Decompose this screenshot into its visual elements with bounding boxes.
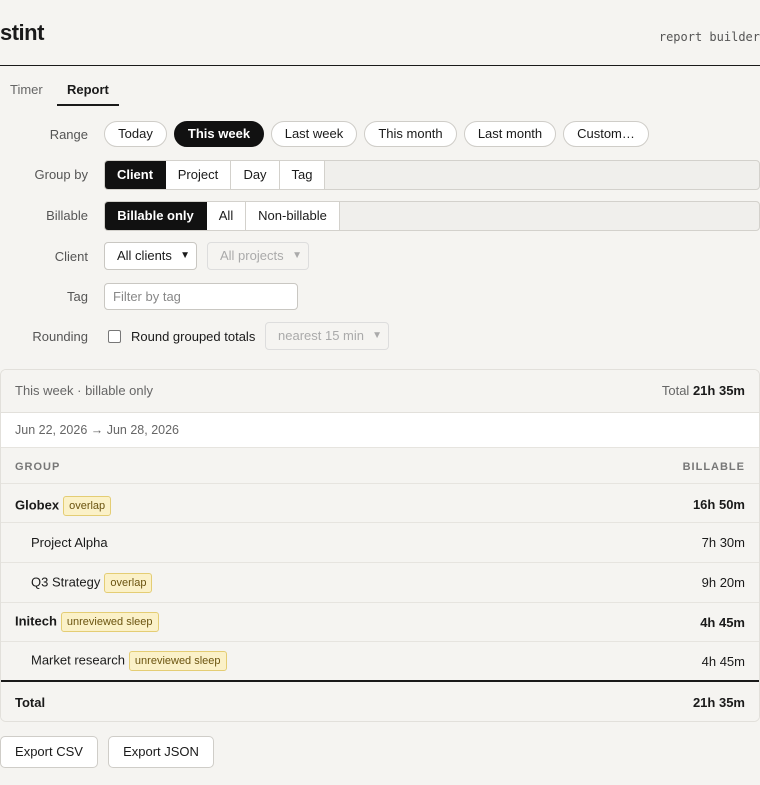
row-name-text: Initech xyxy=(15,613,57,629)
date-range-text: Jun 22, 2026 → Jun 28, 2026 xyxy=(15,423,180,437)
column-group: GROUP xyxy=(15,461,61,473)
tab-bar: Timer Report xyxy=(0,66,760,106)
row-name: Initech unreviewed sleep xyxy=(15,612,159,632)
report-column-header: GROUP BILLABLE xyxy=(1,448,759,484)
app-header: stint report builder xyxy=(0,0,760,66)
tag-filter-input[interactable]: Filter by tag xyxy=(104,283,298,310)
report-total-value: 21h 35m xyxy=(692,383,745,398)
row-value: 4h 45m xyxy=(700,615,745,630)
rounding-label: Rounding xyxy=(32,329,88,344)
export-csv-button[interactable]: Export CSV xyxy=(0,736,98,768)
row-value: 9h 20m xyxy=(701,575,745,590)
billable-all-option[interactable]: All xyxy=(207,202,246,230)
group-by-segmented: Client Project Day Tag xyxy=(104,160,760,190)
row-name-text: Globex xyxy=(15,497,60,513)
rounding-select-value: nearest 15 min xyxy=(278,328,364,343)
range-today-button[interactable]: Today xyxy=(104,121,167,147)
rounding-select[interactable]: nearest 15 min ▼ xyxy=(265,322,389,350)
billable-only-option[interactable]: Billable only xyxy=(105,202,207,230)
range-custom-button[interactable]: Custom… xyxy=(563,121,649,147)
range-this-month-button[interactable]: This month xyxy=(364,121,457,147)
group-by-label: Group by xyxy=(34,167,88,182)
report-summary-bar: This week · billable only Total 21h 35m xyxy=(1,370,759,413)
table-row[interactable]: Globex overlap 16h 50m xyxy=(1,484,759,523)
footer-total-value: 21h 35m xyxy=(692,695,745,710)
row-name: Market research unreviewed sleep xyxy=(31,651,227,671)
status-badge: overlap xyxy=(63,496,112,516)
project-select[interactable]: All projects ▼ xyxy=(207,242,309,270)
project-select-value: All projects xyxy=(220,248,284,263)
billable-non-billable-option[interactable]: Non-billable xyxy=(246,202,340,230)
client-label: Client xyxy=(54,249,88,264)
range-last-week-button[interactable]: Last week xyxy=(271,121,357,147)
report-total: Total 21h 35m xyxy=(662,383,745,398)
row-value: 7h 30m xyxy=(701,535,745,550)
row-name: Project Alpha xyxy=(31,535,108,550)
table-row[interactable]: Initech unreviewed sleep 4h 45m xyxy=(1,603,759,642)
row-name: Globex overlap xyxy=(15,496,112,516)
billable-label: Billable xyxy=(46,208,88,223)
report-date-range: Jun 22, 2026 → Jun 28, 2026 xyxy=(1,413,759,448)
report-total-label: Total xyxy=(661,383,690,398)
row-value: 16h 50m xyxy=(692,497,745,512)
chevron-down-icon: ▼ xyxy=(180,250,190,261)
row-name: Q3 Strategy overlap xyxy=(31,573,153,593)
app-subtitle: report builder xyxy=(658,30,760,44)
group-by-client[interactable]: Client xyxy=(105,161,166,189)
column-billable: BILLABLE xyxy=(682,461,745,473)
group-by-project[interactable]: Project xyxy=(166,161,231,189)
range-last-month-button[interactable]: Last month xyxy=(464,121,556,147)
table-row[interactable]: Project Alpha 7h 30m xyxy=(1,523,759,563)
row-name-text: Q3 Strategy xyxy=(31,574,101,590)
client-select[interactable]: All clients ▼ xyxy=(104,242,197,270)
group-by-tag[interactable]: Tag xyxy=(280,161,325,189)
status-badge: overlap xyxy=(104,573,153,593)
tab-timer[interactable]: Timer xyxy=(10,82,43,103)
report-panel: This week · billable only Total 21h 35m … xyxy=(0,369,760,722)
billable-segmented: Billable only All Non-billable xyxy=(104,201,760,231)
table-row[interactable]: Q3 Strategy overlap 9h 20m xyxy=(1,563,759,603)
group-by-day[interactable]: Day xyxy=(231,161,280,189)
tag-label: Tag xyxy=(67,289,88,304)
status-badge: unreviewed sleep xyxy=(60,612,159,632)
app-title: stint xyxy=(0,20,44,45)
footer-total-label: Total xyxy=(15,695,46,710)
tab-report[interactable]: Report xyxy=(57,82,119,106)
range-this-week-button[interactable]: This week xyxy=(174,121,264,147)
row-name-text: Market research xyxy=(31,652,125,668)
row-value: 4h 45m xyxy=(701,654,745,669)
status-badge: unreviewed sleep xyxy=(128,651,227,671)
table-row[interactable]: Market research unreviewed sleep 4h 45m xyxy=(1,642,759,682)
chevron-down-icon: ▼ xyxy=(372,330,382,341)
round-totals-label: Round grouped totals xyxy=(131,329,256,344)
export-json-button[interactable]: Export JSON xyxy=(108,736,214,768)
round-totals-checkbox[interactable] xyxy=(108,330,121,343)
chevron-down-icon: ▼ xyxy=(292,250,302,261)
client-select-value: All clients xyxy=(117,248,172,263)
report-footer-row: Total 21h 35m xyxy=(1,682,759,721)
range-label: Range xyxy=(49,127,88,142)
report-summary: This week · billable only xyxy=(15,383,154,398)
